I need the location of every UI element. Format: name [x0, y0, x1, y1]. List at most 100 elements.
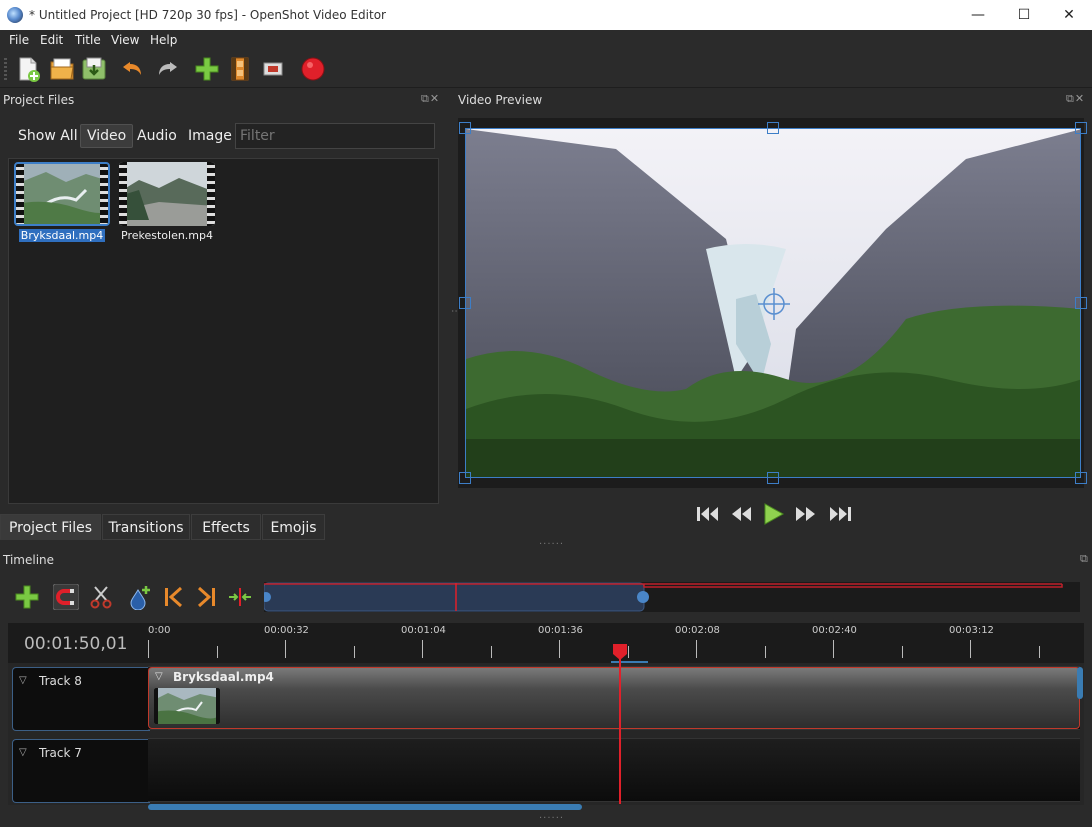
- transform-handle-bottom[interactable]: [767, 472, 779, 484]
- export-video-icon[interactable]: [299, 55, 327, 83]
- current-time-display: 00:01:50,01: [24, 634, 128, 654]
- openshot-window: * Untitled Project [HD 720p 30 fps] - Op…: [0, 0, 1092, 827]
- tab-effects[interactable]: Effects: [191, 514, 261, 540]
- menu-title[interactable]: Title: [75, 33, 101, 47]
- ruler-tick: [354, 646, 355, 658]
- maximize-button[interactable]: ☐: [1001, 0, 1047, 30]
- ruler-tick: [285, 640, 286, 658]
- fast-forward-icon[interactable]: [793, 502, 819, 526]
- timeline-dock-buttons[interactable]: ⧉: [1080, 552, 1089, 566]
- ruler-tick: [491, 646, 492, 658]
- ruler-tick: [970, 640, 971, 658]
- video-frame[interactable]: [465, 128, 1081, 478]
- menu-edit[interactable]: Edit: [40, 33, 63, 47]
- track-lane-7[interactable]: [148, 738, 1080, 802]
- menu-bar: File Edit Title View Help: [0, 30, 1092, 50]
- playhead-line[interactable]: [619, 652, 621, 804]
- transform-handle-left[interactable]: [459, 297, 471, 309]
- ruler-tick: [422, 640, 423, 658]
- video-preview-dock-buttons[interactable]: ⧉✕: [1066, 92, 1085, 106]
- toolbar-grip[interactable]: [4, 58, 7, 80]
- transform-handle-bottom-right[interactable]: [1075, 472, 1087, 484]
- timeline-overview-scroller[interactable]: [264, 582, 1080, 612]
- tab-project-files[interactable]: Project Files: [0, 514, 101, 540]
- video-preview-dock-title: Video Preview: [458, 93, 543, 107]
- jump-end-icon[interactable]: [827, 502, 853, 526]
- rewind-icon[interactable]: [728, 502, 754, 526]
- add-marker-icon[interactable]: [127, 584, 153, 610]
- track-vertical-scrollbar[interactable]: [1076, 667, 1084, 699]
- clip-title: Bryksdaal.mp4: [173, 670, 274, 684]
- file-name: Bryksdaal.mp4: [18, 229, 106, 242]
- transform-handle-bottom-left[interactable]: [459, 472, 471, 484]
- razor-tool-icon[interactable]: [88, 584, 114, 610]
- ruler-tick-label: 00:02:08: [675, 625, 720, 636]
- ruler-tick: [217, 646, 218, 658]
- tab-transitions[interactable]: Transitions: [102, 514, 190, 540]
- filter-audio[interactable]: Audio: [131, 124, 183, 148]
- open-project-icon[interactable]: [48, 55, 76, 83]
- filter-video[interactable]: Video: [80, 124, 134, 148]
- timeline-horizontal-scrollbar[interactable]: [148, 804, 582, 810]
- title-bar: * Untitled Project [HD 720p 30 fps] - Op…: [0, 0, 1092, 30]
- transform-handle-top-left[interactable]: [459, 122, 471, 134]
- previous-marker-icon[interactable]: [160, 584, 186, 610]
- track-header-8[interactable]: ▽ Track 8: [12, 667, 150, 731]
- track-name: Track 8: [39, 674, 82, 688]
- filter-show-all[interactable]: Show All: [12, 124, 84, 148]
- menu-view[interactable]: View: [111, 33, 139, 47]
- new-project-icon[interactable]: [14, 55, 42, 83]
- track-menu-icon[interactable]: ▽: [19, 747, 27, 758]
- track-header-7[interactable]: ▽ Track 7: [12, 739, 150, 803]
- window-title: * Untitled Project [HD 720p 30 fps] - Op…: [29, 8, 386, 22]
- menu-help[interactable]: Help: [150, 33, 177, 47]
- next-marker-icon[interactable]: [194, 584, 220, 610]
- tab-emojis[interactable]: Emojis: [262, 514, 325, 540]
- transform-handle-right[interactable]: [1075, 297, 1087, 309]
- timeline-clip[interactable]: ▽ Bryksdaal.mp4: [148, 667, 1080, 729]
- ruler-tick-label: 00:01:36: [538, 625, 583, 636]
- ruler-tick-label: 00:03:12: [949, 625, 994, 636]
- project-files-dock-buttons[interactable]: ⧉✕: [421, 92, 440, 106]
- file-thumbnail: [119, 162, 215, 226]
- menu-file[interactable]: File: [9, 33, 29, 47]
- jump-start-icon[interactable]: [695, 502, 721, 526]
- clip-menu-icon[interactable]: ▽: [155, 671, 163, 682]
- choose-profile-icon[interactable]: [226, 55, 254, 83]
- transform-handle-top[interactable]: [767, 122, 779, 134]
- save-project-icon[interactable]: [80, 55, 108, 83]
- ruler-tick: [902, 646, 903, 658]
- track-name: Track 7: [39, 746, 82, 760]
- filter-input[interactable]: [235, 123, 435, 149]
- minimize-button[interactable]: —: [955, 0, 1001, 30]
- main-toolbar: [0, 50, 1092, 88]
- horizontal-splitter[interactable]: ······: [539, 539, 564, 550]
- file-name: Prekestolen.mp4: [121, 229, 213, 242]
- snapping-toggle-icon[interactable]: [53, 584, 79, 610]
- add-track-icon[interactable]: [14, 584, 40, 610]
- filter-image[interactable]: Image: [182, 124, 238, 148]
- file-item-bryksdaal[interactable]: Bryksdaal.mp4: [12, 162, 112, 242]
- openshot-logo-icon: [7, 7, 23, 23]
- file-thumbnail: [14, 162, 110, 226]
- ruler-tick: [628, 646, 629, 658]
- play-icon[interactable]: [760, 502, 786, 526]
- ruler-tick-label: 00:00:32: [264, 625, 309, 636]
- center-timeline-icon[interactable]: [227, 584, 253, 610]
- file-item-prekestolen[interactable]: Prekestolen.mp4: [117, 162, 217, 242]
- transform-handle-top-right[interactable]: [1075, 122, 1087, 134]
- fullscreen-icon[interactable]: [259, 55, 287, 83]
- ruler-tick: [696, 640, 697, 658]
- close-button[interactable]: ✕: [1046, 0, 1092, 30]
- playhead-handle[interactable]: [612, 643, 628, 661]
- project-files-dock-title: Project Files: [3, 93, 75, 107]
- bottom-splitter[interactable]: ······: [539, 813, 564, 824]
- track-menu-icon[interactable]: ▽: [19, 675, 27, 686]
- timeline-dock-title: Timeline: [3, 553, 55, 567]
- redo-icon[interactable]: [153, 55, 181, 83]
- import-files-icon[interactable]: [193, 55, 221, 83]
- undo-icon[interactable]: [119, 55, 147, 83]
- ruler-tick-label: 00:02:40: [812, 625, 857, 636]
- ruler-tick: [833, 640, 834, 658]
- ruler-tick-label: 00:01:04: [401, 625, 446, 636]
